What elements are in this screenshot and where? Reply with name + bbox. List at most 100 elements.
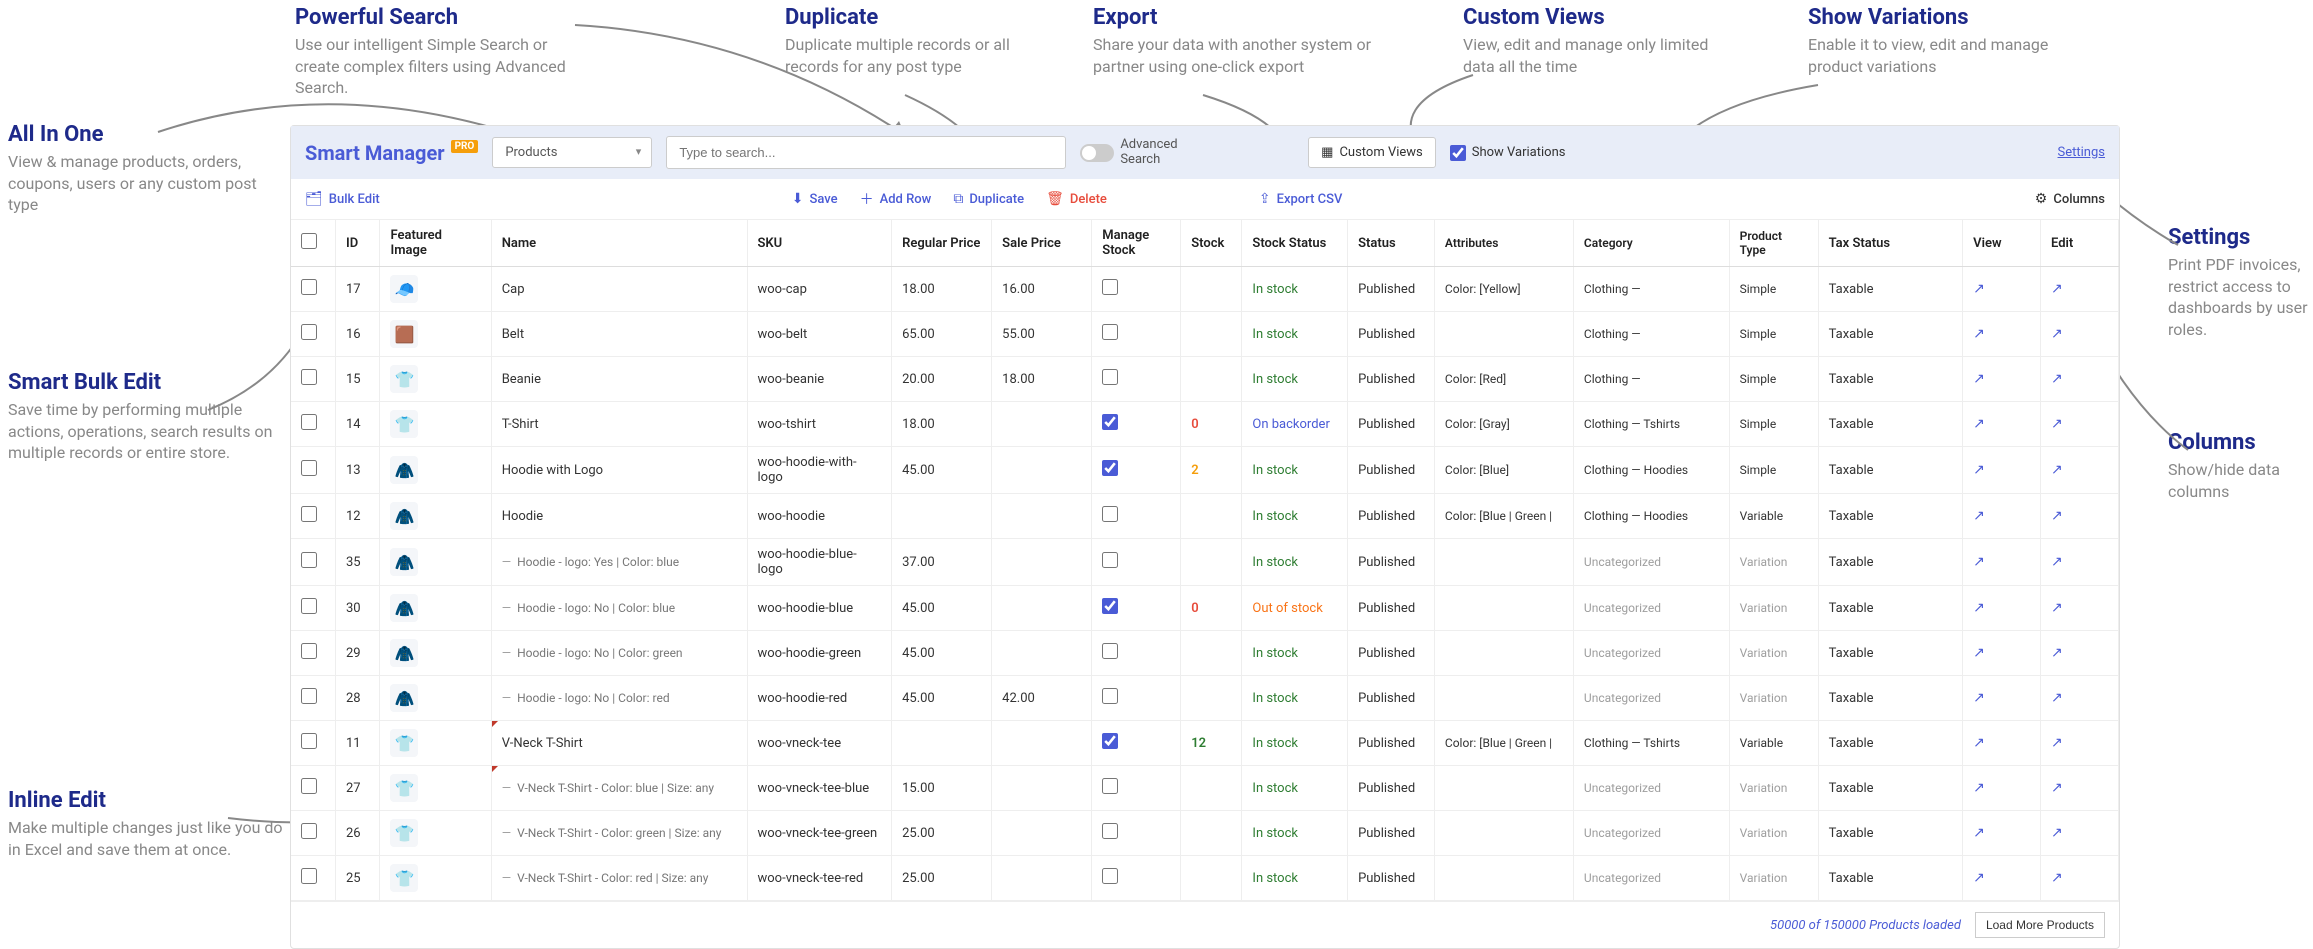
category-cell[interactable]: Clothing — Hoodies <box>1573 447 1729 494</box>
view-link[interactable]: ↗ <box>1963 631 2041 676</box>
table-row[interactable]: 16🟫Beltwoo-belt65.0055.00In stockPublish… <box>291 312 2119 357</box>
columns-button[interactable]: ⚙Columns <box>2035 191 2105 207</box>
duplicate-button[interactable]: ⧉Duplicate <box>953 189 1024 209</box>
column-header[interactable]: Stock <box>1181 220 1242 267</box>
tax-status-cell[interactable]: Taxable <box>1818 586 1963 631</box>
row-checkbox[interactable] <box>301 733 317 749</box>
sale-price-cell[interactable] <box>992 539 1092 586</box>
product-type-cell[interactable]: Simple <box>1729 402 1818 447</box>
table-row[interactable]: 17🧢Capwoo-cap18.0016.00In stockPublished… <box>291 267 2119 312</box>
view-link[interactable]: ↗ <box>1963 267 2041 312</box>
id-cell[interactable]: 28 <box>335 676 379 721</box>
manage-stock-cell[interactable] <box>1092 494 1181 539</box>
view-link[interactable]: ↗ <box>1963 766 2041 811</box>
row-check-cell[interactable] <box>291 631 335 676</box>
manage-stock-checkbox[interactable] <box>1102 506 1118 522</box>
manage-stock-checkbox[interactable] <box>1102 369 1118 385</box>
attributes-cell[interactable] <box>1434 631 1573 676</box>
edit-link[interactable]: ↗ <box>2041 357 2119 402</box>
category-cell[interactable]: Uncategorized <box>1573 539 1729 586</box>
column-header[interactable]: Manage Stock <box>1092 220 1181 267</box>
category-cell[interactable]: Uncategorized <box>1573 586 1729 631</box>
stock-cell[interactable] <box>1181 267 1242 312</box>
name-cell[interactable]: Cap <box>491 267 747 312</box>
edit-link[interactable]: ↗ <box>2041 267 2119 312</box>
manage-stock-checkbox[interactable] <box>1102 778 1118 794</box>
attributes-cell[interactable]: Color: [Yellow] <box>1434 267 1573 312</box>
stock-status-cell[interactable]: In stock <box>1242 494 1348 539</box>
name-cell[interactable]: Hoodie <box>491 494 747 539</box>
sale-price-cell[interactable] <box>992 402 1092 447</box>
product-type-cell[interactable]: Simple <box>1729 312 1818 357</box>
stock-status-cell[interactable]: In stock <box>1242 766 1348 811</box>
name-cell[interactable]: Belt <box>491 312 747 357</box>
status-cell[interactable]: Published <box>1348 721 1435 766</box>
row-checkbox[interactable] <box>301 414 317 430</box>
sku-cell[interactable]: woo-hoodie-green <box>747 631 892 676</box>
view-link[interactable]: ↗ <box>1963 811 2041 856</box>
image-cell[interactable]: 🧥 <box>380 586 491 631</box>
tax-status-cell[interactable]: Taxable <box>1818 766 1963 811</box>
category-cell[interactable]: Uncategorized <box>1573 811 1729 856</box>
product-type-cell[interactable]: Simple <box>1729 447 1818 494</box>
name-cell[interactable]: Hoodie - logo: No | Color: blue <box>491 586 747 631</box>
stock-cell[interactable] <box>1181 357 1242 402</box>
tax-status-cell[interactable]: Taxable <box>1818 539 1963 586</box>
sale-price-cell[interactable] <box>992 586 1092 631</box>
status-cell[interactable]: Published <box>1348 267 1435 312</box>
status-cell[interactable]: Published <box>1348 586 1435 631</box>
edit-link[interactable]: ↗ <box>2041 676 2119 721</box>
stock-cell[interactable]: 2 <box>1181 447 1242 494</box>
sku-cell[interactable]: woo-vneck-tee-blue <box>747 766 892 811</box>
name-cell[interactable]: Beanie <box>491 357 747 402</box>
name-cell[interactable]: V-Neck T-Shirt - Color: blue | Size: any <box>491 766 747 811</box>
table-row[interactable]: 26👕V-Neck T-Shirt - Color: green | Size:… <box>291 811 2119 856</box>
stock-status-cell[interactable]: Out of stock <box>1242 586 1348 631</box>
attributes-cell[interactable] <box>1434 586 1573 631</box>
image-cell[interactable]: 👕 <box>380 357 491 402</box>
column-header[interactable] <box>291 220 335 267</box>
tax-status-cell[interactable]: Taxable <box>1818 267 1963 312</box>
view-link[interactable]: ↗ <box>1963 447 2041 494</box>
edit-link[interactable]: ↗ <box>2041 811 2119 856</box>
image-cell[interactable]: 👕 <box>380 856 491 901</box>
category-cell[interactable]: Clothing — <box>1573 357 1729 402</box>
status-cell[interactable]: Published <box>1348 676 1435 721</box>
image-cell[interactable]: 🧥 <box>380 631 491 676</box>
product-type-cell[interactable]: Variable <box>1729 494 1818 539</box>
category-cell[interactable]: Uncategorized <box>1573 676 1729 721</box>
regular-price-cell[interactable]: 37.00 <box>892 539 992 586</box>
id-cell[interactable]: 27 <box>335 766 379 811</box>
regular-price-cell[interactable]: 15.00 <box>892 766 992 811</box>
column-header[interactable]: Edit <box>2041 220 2119 267</box>
category-cell[interactable]: Uncategorized <box>1573 631 1729 676</box>
regular-price-cell[interactable]: 45.00 <box>892 447 992 494</box>
id-cell[interactable]: 14 <box>335 402 379 447</box>
image-cell[interactable]: 🧥 <box>380 447 491 494</box>
sku-cell[interactable]: woo-beanie <box>747 357 892 402</box>
column-header[interactable]: Sale Price <box>992 220 1092 267</box>
stock-status-cell[interactable]: In stock <box>1242 539 1348 586</box>
edit-link[interactable]: ↗ <box>2041 586 2119 631</box>
stock-cell[interactable] <box>1181 312 1242 357</box>
table-row[interactable]: 35🧥Hoodie - logo: Yes | Color: bluewoo-h… <box>291 539 2119 586</box>
manage-stock-cell[interactable] <box>1092 267 1181 312</box>
table-row[interactable]: 13🧥Hoodie with Logowoo-hoodie-with-logo4… <box>291 447 2119 494</box>
table-row[interactable]: 14👕T-Shirtwoo-tshirt18.000On backorderPu… <box>291 402 2119 447</box>
sku-cell[interactable]: woo-hoodie <box>747 494 892 539</box>
regular-price-cell[interactable]: 18.00 <box>892 267 992 312</box>
edit-link[interactable]: ↗ <box>2041 539 2119 586</box>
column-header[interactable]: View <box>1963 220 2041 267</box>
tax-status-cell[interactable]: Taxable <box>1818 676 1963 721</box>
attributes-cell[interactable] <box>1434 676 1573 721</box>
attributes-cell[interactable]: Color: [Blue] <box>1434 447 1573 494</box>
sku-cell[interactable]: woo-hoodie-red <box>747 676 892 721</box>
stock-cell[interactable] <box>1181 494 1242 539</box>
product-type-cell[interactable]: Variation <box>1729 539 1818 586</box>
name-cell[interactable]: Hoodie - logo: No | Color: green <box>491 631 747 676</box>
tax-status-cell[interactable]: Taxable <box>1818 811 1963 856</box>
sku-cell[interactable]: woo-vneck-tee <box>747 721 892 766</box>
status-cell[interactable]: Published <box>1348 856 1435 901</box>
row-checkbox[interactable] <box>301 460 317 476</box>
view-link[interactable]: ↗ <box>1963 402 2041 447</box>
